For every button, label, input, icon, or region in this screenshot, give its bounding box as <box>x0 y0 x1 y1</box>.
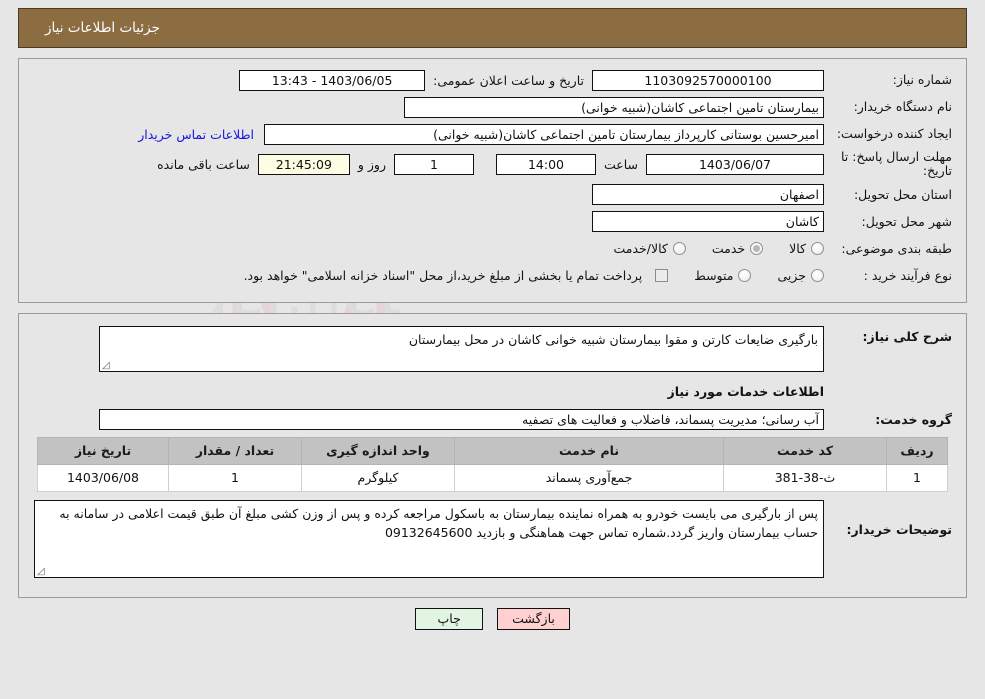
th-service-code: کد خدمت <box>723 436 887 465</box>
category-option-goods-service[interactable]: کالا/خدمت <box>613 241 686 257</box>
table-row: 1 ث-38-381 جمع‌آوری پسماند کیلوگرم 1 140… <box>37 463 948 492</box>
print-button[interactable]: چاپ <box>415 607 484 630</box>
buyer-org-label: نام دستگاه خریدار: <box>853 99 952 115</box>
resize-grip-icon-comments[interactable]: ◺ <box>37 566 46 577</box>
row-request-creator: ایجاد کننده درخواست: امیرحسین بوستانی کا… <box>33 123 952 145</box>
row-need-number: شماره نیاز: 1103092570000100 تاریخ و ساع… <box>33 69 952 91</box>
cell-radif: 1 <box>886 463 948 492</box>
need-summary-panel: شماره نیاز: 1103092570000100 تاریخ و ساع… <box>18 58 967 303</box>
cell-service-name: جمع‌آوری پسماند <box>454 463 724 492</box>
remaining-hours-label: ساعت باقی مانده <box>157 156 250 172</box>
announce-datetime-field: 1403/06/05 - 13:43 <box>239 69 426 91</box>
row-purchase-process: نوع فرآیند خرید : جزیی متوسط پرداخت تمام… <box>33 265 952 287</box>
announce-datetime-label: تاریخ و ساعت اعلان عمومی: <box>433 72 584 88</box>
row-buyer-comments: توضیحات خریدار: پس از بارگیری می بایست خ… <box>33 499 952 578</box>
services-section-title: اطلاعات خدمات مورد نیاز <box>667 383 825 399</box>
delivery-province-label: استان محل تحویل: <box>853 186 952 202</box>
cell-quantity: 1 <box>168 463 302 492</box>
page-header-bar: جزئیات اطلاعات نیاز <box>18 8 967 48</box>
category-option-service-label: خدمت <box>711 241 746 257</box>
page-title: جزئیات اطلاعات نیاز <box>45 20 160 36</box>
checkbox-icon-treasury[interactable] <box>655 269 669 283</box>
radio-icon-goods[interactable] <box>811 242 824 256</box>
remaining-time-field: 21:45:09 <box>257 153 350 175</box>
cell-unit: کیلوگرم <box>301 463 455 492</box>
radio-icon-minor[interactable] <box>811 269 824 283</box>
treasury-bond-label: پرداخت تمام یا بخشی از مبلغ خرید،از محل … <box>243 268 643 284</box>
row-response-deadline: مهلت ارسال پاسخ: تا تاریخ: 1403/06/07 سا… <box>33 149 952 179</box>
row-subject-category: طبقه بندی موضوعی: کالا خدمت کالا/خدمت <box>33 238 952 260</box>
radio-icon-goods-service[interactable] <box>672 242 686 256</box>
row-delivery-city: شهر محل تحویل: کاشان <box>33 211 952 233</box>
delivery-city-field: کاشان <box>592 211 824 233</box>
th-need-date: تاریخ نیاز <box>37 436 169 465</box>
th-service-name: نام خدمت <box>454 436 724 465</box>
table-header-row: ردیف کد خدمت نام خدمت واحد اندازه گیری ت… <box>37 436 948 465</box>
deadline-date-field: 1403/06/07 <box>646 153 824 175</box>
services-table-wrapper: ردیف کد خدمت نام خدمت واحد اندازه گیری ت… <box>33 436 952 492</box>
request-creator-field: امیرحسین بوستانی کارپرداز بیمارستان تامی… <box>264 123 824 145</box>
general-need-textarea[interactable]: بارگیری ضایعات کارتن و مقوا بیمارستان شب… <box>99 325 824 372</box>
service-group-label: گروه خدمت: <box>875 411 952 427</box>
footer-button-bar: بازگشت چاپ <box>0 607 985 630</box>
radio-icon-medium[interactable] <box>738 269 752 283</box>
services-table: ردیف کد خدمت نام خدمت واحد اندازه گیری ت… <box>37 436 948 492</box>
cell-need-date: 1403/06/08 <box>37 463 169 492</box>
row-service-group: گروه خدمت: آب رسانی؛ مدیریت پسماند، فاضل… <box>33 409 952 431</box>
th-quantity: تعداد / مقدار <box>168 436 302 465</box>
category-option-goods-label: کالا <box>789 241 806 257</box>
deadline-time-field: 14:00 <box>495 153 596 175</box>
service-group-field: آب رسانی؛ مدیریت پسماند، فاضلاب و فعالیت… <box>99 409 824 431</box>
remaining-days-field: 1 <box>393 153 474 175</box>
category-option-goods-service-label: کالا/خدمت <box>613 241 668 257</box>
purchase-process-label: نوع فرآیند خرید : <box>863 267 952 283</box>
resize-grip-icon[interactable]: ◺ <box>102 360 111 371</box>
th-radif: ردیف <box>886 436 948 465</box>
row-delivery-province: استان محل تحویل: اصفهان <box>33 184 952 206</box>
delivery-city-label: شهر محل تحویل: <box>861 213 952 229</box>
process-option-medium[interactable]: متوسط <box>694 268 752 284</box>
request-creator-label: ایجاد کننده درخواست: <box>836 126 952 142</box>
response-deadline-label: مهلت ارسال پاسخ: تا تاریخ: <box>841 149 952 179</box>
process-option-medium-label: متوسط <box>694 268 734 284</box>
need-number-label: شماره نیاز: <box>892 72 952 88</box>
hour-label: ساعت <box>603 156 638 172</box>
row-buyer-org: نام دستگاه خریدار: بیمارستان تامین اجتما… <box>33 96 952 118</box>
process-option-minor[interactable]: جزیی <box>777 268 824 283</box>
treasury-bond-checkbox[interactable]: پرداخت تمام یا بخشی از مبلغ خرید،از محل … <box>244 268 669 283</box>
buyer-org-field: بیمارستان تامین اجتماعی کاشان(شبیه خوانی… <box>404 96 824 118</box>
category-option-goods[interactable]: کالا <box>789 241 824 256</box>
buyer-comments-label: توضیحات خریدار: <box>846 521 952 537</box>
category-option-service[interactable]: خدمت <box>711 241 764 257</box>
back-button[interactable]: بازگشت <box>497 607 570 630</box>
buyer-comments-text: پس از بارگیری می بایست خودرو به همراه نم… <box>59 505 818 541</box>
buyer-contact-link[interactable]: اطلاعات تماس خریدار <box>128 127 264 142</box>
buyer-comments-textarea[interactable]: پس از بارگیری می بایست خودرو به همراه نم… <box>34 499 824 578</box>
general-need-label: شرح کلی نیاز: <box>862 328 952 344</box>
cell-service-code: ث-38-381 <box>723 463 887 492</box>
subject-category-label: طبقه بندی موضوعی: <box>841 240 952 256</box>
need-details-panel: شرح کلی نیاز: بارگیری ضایعات کارتن و مقو… <box>18 312 967 598</box>
days-label: روز و <box>357 156 386 172</box>
row-general-need: شرح کلی نیاز: بارگیری ضایعات کارتن و مقو… <box>33 325 952 372</box>
radio-icon-service[interactable] <box>750 242 764 256</box>
need-number-field: 1103092570000100 <box>592 69 824 91</box>
delivery-province-field: اصفهان <box>592 184 824 206</box>
process-option-minor-label: جزیی <box>777 268 806 284</box>
th-unit: واحد اندازه گیری <box>301 436 455 465</box>
general-need-text: بارگیری ضایعات کارتن و مقوا بیمارستان شب… <box>408 331 818 347</box>
